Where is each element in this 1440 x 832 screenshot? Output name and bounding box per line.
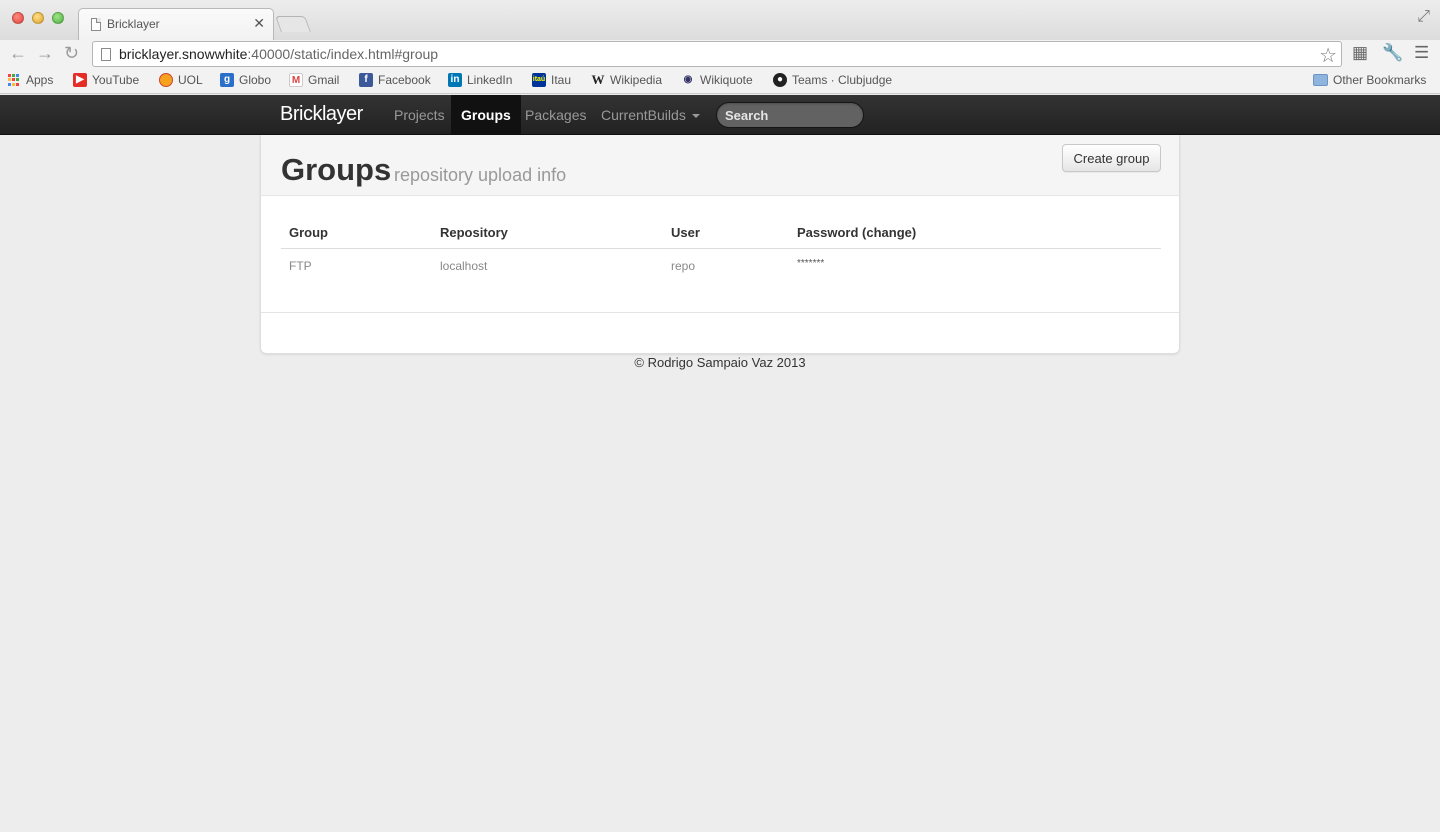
new-tab-button[interactable]: [275, 16, 311, 32]
address-bar[interactable]: bricklayer.snowwhite:40000/static/index.…: [92, 41, 1342, 67]
panel-footer: [261, 312, 1179, 353]
bookmark-youtube[interactable]: ▶ YouTube: [73, 73, 139, 87]
page-icon: [91, 18, 101, 31]
bookmark-star-icon[interactable]: ☆: [1319, 43, 1337, 68]
facebook-icon: f: [359, 73, 373, 87]
groups-panel: Groups repository upload info Create gro…: [260, 135, 1180, 354]
back-arrow-icon[interactable]: ←: [9, 43, 27, 63]
column-header-password[interactable]: Password (change): [789, 221, 1161, 249]
close-tab-icon[interactable]: ✕: [253, 15, 265, 32]
close-window-button[interactable]: [12, 12, 24, 24]
globo-icon: g: [220, 73, 234, 87]
extension-icon[interactable]: ▦: [1352, 43, 1368, 63]
minimize-window-button[interactable]: [32, 12, 44, 24]
bookmark-gmail[interactable]: M Gmail: [289, 73, 339, 87]
bookmark-facebook[interactable]: f Facebook: [359, 73, 431, 87]
tab-title: Bricklayer: [107, 17, 160, 31]
wrench-icon[interactable]: 🔧: [1382, 43, 1403, 63]
table-row[interactable]: FTP localhost repo *******: [281, 249, 1161, 284]
browser-tab[interactable]: Bricklayer ✕: [78, 8, 274, 40]
app-navbar: Bricklayer Projects Groups Packages Curr…: [0, 95, 1440, 135]
github-icon: ●: [773, 73, 787, 87]
zoom-window-button[interactable]: [52, 12, 64, 24]
search-input[interactable]: [716, 102, 864, 128]
uol-icon: [159, 73, 173, 87]
brand-logo[interactable]: Bricklayer: [280, 103, 363, 126]
cell-password: *******: [797, 258, 825, 269]
caret-down-icon: [691, 114, 700, 119]
page-icon: [101, 48, 111, 61]
page-header: Groups repository upload info Create gro…: [261, 135, 1179, 196]
page-subtitle: repository upload info: [394, 165, 567, 185]
youtube-icon: ▶: [73, 73, 87, 87]
reload-icon[interactable]: ↻: [64, 43, 79, 63]
bookmarks-bar: Apps ▶ YouTube UOL g Globo M Gmail f Fac…: [0, 68, 1440, 94]
bookmark-teams-clubjudge[interactable]: ● Teams · Clubjudge: [773, 73, 892, 87]
groups-table: Group Repository User Password (change) …: [281, 221, 1161, 283]
nav-groups[interactable]: Groups: [451, 95, 521, 135]
create-group-button[interactable]: Create group: [1062, 144, 1161, 172]
cell-repository: localhost: [440, 259, 488, 273]
bookmark-globo[interactable]: g Globo: [220, 73, 271, 87]
cell-user: repo: [671, 259, 696, 273]
bookmark-wikipedia[interactable]: W Wikipedia: [591, 72, 663, 88]
folder-icon: [1313, 74, 1328, 86]
bookmark-linkedin[interactable]: in LinkedIn: [448, 73, 512, 87]
wikipedia-icon: W: [591, 72, 605, 87]
gmail-icon: M: [289, 73, 303, 87]
bookmark-itau[interactable]: itaú Itau: [532, 73, 571, 87]
cell-group: FTP: [289, 259, 312, 273]
wikiquote-icon: ◉: [683, 74, 693, 85]
page-title: Groups: [281, 152, 392, 187]
forward-arrow-icon[interactable]: →: [36, 43, 54, 63]
fullscreen-icon[interactable]: ⤢: [1417, 8, 1430, 26]
menu-icon[interactable]: ☰: [1414, 43, 1429, 63]
url-text: bricklayer.snowwhite:40000/static/index.…: [119, 46, 439, 62]
nav-currentbuilds-dropdown[interactable]: CurrentBuilds: [591, 95, 710, 135]
itau-icon: itaú: [532, 73, 546, 87]
column-header-user: User: [663, 221, 789, 249]
bookmark-other-bookmarks[interactable]: Other Bookmarks: [1313, 73, 1426, 87]
bookmark-apps[interactable]: Apps: [8, 73, 53, 87]
column-header-group: Group: [281, 221, 432, 249]
nav-packages[interactable]: Packages: [515, 95, 596, 135]
copyright-text: © Rodrigo Sampaio Vaz 2013: [634, 355, 806, 370]
table-header-row: Group Repository User Password (change): [281, 221, 1161, 249]
column-header-repository: Repository: [432, 221, 663, 249]
browser-toolbar: ← → ↻ bricklayer.snowwhite:40000/static/…: [0, 40, 1440, 68]
browser-titlebar: Bricklayer ✕ ⤢: [0, 0, 1440, 40]
bookmark-wikiquote[interactable]: ◉ Wikiquote: [681, 73, 753, 87]
bookmark-uol[interactable]: UOL: [159, 73, 203, 87]
linkedin-icon: in: [448, 73, 462, 87]
apps-grid-icon: [8, 73, 21, 87]
nav-projects[interactable]: Projects: [384, 95, 455, 135]
